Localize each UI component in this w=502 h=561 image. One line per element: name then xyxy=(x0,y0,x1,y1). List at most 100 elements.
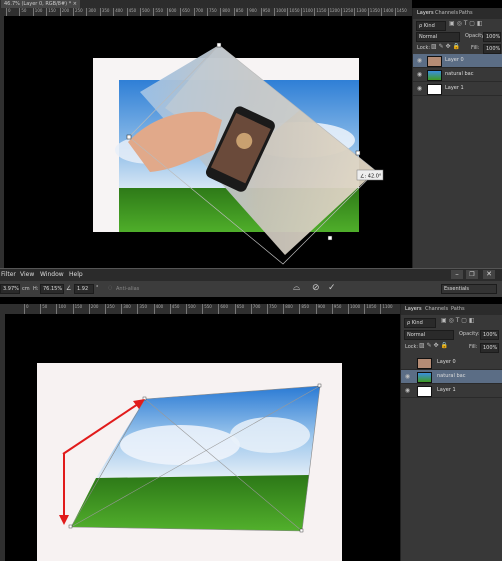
eye-icon[interactable]: ◉ xyxy=(416,57,423,64)
filter-icons[interactable]: ▣ ◎ T ▢ ◧ xyxy=(449,20,483,27)
handle-bottom-left[interactable] xyxy=(68,524,73,529)
eye-icon[interactable] xyxy=(404,359,411,366)
tab-paths[interactable]: Paths xyxy=(451,304,465,315)
angle-readout: ∠: 42.0° xyxy=(360,174,382,180)
menu-view[interactable]: View xyxy=(20,271,34,278)
layer-thumbnail xyxy=(417,386,432,397)
options-bar: 3.97% cm H: 76.15% ∠ 1.92 ° ◌ Anti-alias… xyxy=(0,281,502,298)
tab-paths[interactable]: Paths xyxy=(459,8,473,19)
close-icon[interactable]: ✕ xyxy=(483,270,495,279)
ruler-tick-label: 800 xyxy=(283,304,293,314)
layer-thumbnail xyxy=(417,372,432,383)
ruler-tick-label: 950 xyxy=(260,8,270,16)
eye-icon[interactable]: ◉ xyxy=(404,387,411,394)
layer-name: Layer 1 xyxy=(445,85,464,91)
fill-field[interactable]: 100% xyxy=(483,44,501,54)
kind-filter[interactable]: ρ Kind xyxy=(404,318,436,328)
menu-bar: Filter View Window Help – ❐ ✕ xyxy=(0,268,502,281)
restore-icon[interactable]: ❐ xyxy=(466,270,478,279)
panel-tabs: Layers Channels Paths xyxy=(413,8,502,19)
menu-help[interactable]: Help xyxy=(69,271,83,278)
filter-icons[interactable]: ▣ ◎ T ▢ ◧ xyxy=(441,317,475,324)
lock-label: Lock: xyxy=(405,344,419,350)
opacity-field[interactable]: 100% xyxy=(483,32,501,42)
handle-top-right[interactable] xyxy=(317,383,322,388)
h-field[interactable]: 76.15% xyxy=(40,284,64,294)
warp-icon[interactable]: ⌓ xyxy=(293,283,300,293)
layer-name: natural bac xyxy=(445,71,474,77)
tab-channels[interactable]: Channels xyxy=(435,8,458,19)
ruler-tick-label: 50 xyxy=(19,8,26,16)
minimize-icon[interactable]: – xyxy=(451,270,463,279)
layer-row[interactable]: ◉ natural bac xyxy=(401,370,502,384)
handle-top[interactable] xyxy=(216,42,222,48)
antialias-icon[interactable]: ◌ xyxy=(108,285,112,291)
cm-label: cm xyxy=(22,286,30,292)
layer-thumbnail xyxy=(427,84,442,95)
ruler-tick-label: 1050 xyxy=(364,304,376,314)
lock-label: Lock: xyxy=(417,45,431,51)
handle-bottom-right[interactable] xyxy=(327,235,333,241)
workspace-select[interactable]: Essentials xyxy=(441,284,497,294)
ruler-tick-label: 150 xyxy=(46,8,56,16)
ruler-tick-label: 650 xyxy=(234,304,244,314)
blend-mode-select[interactable]: Normal xyxy=(416,32,460,42)
layer-thumbnail xyxy=(427,56,442,67)
x-field[interactable]: 3.97% xyxy=(0,284,20,294)
degree-label: ° xyxy=(96,285,99,291)
menu-filter[interactable]: Filter xyxy=(1,271,16,278)
ruler-tick-label: 1000 xyxy=(348,304,360,314)
opacity-field[interactable]: 100% xyxy=(480,330,499,340)
ruler-tick-label: 1000 xyxy=(274,8,286,16)
layer-row[interactable]: ◉ Layer 1 xyxy=(413,82,502,96)
layer-row[interactable]: ◉ Layer 0 xyxy=(413,54,502,68)
handle-right[interactable] xyxy=(355,150,361,156)
ruler-tick-label: 1050 xyxy=(287,8,300,16)
tab-layers[interactable]: Layers xyxy=(417,8,434,19)
layer-row[interactable]: Layer 0 xyxy=(401,356,502,370)
menu-window[interactable]: Window xyxy=(40,271,64,278)
eye-icon[interactable]: ◉ xyxy=(416,85,423,92)
layer-thumbnail xyxy=(417,358,432,369)
ruler-tick-label: 1450 xyxy=(394,8,407,16)
layer-row[interactable]: ◉ Layer 1 xyxy=(401,384,502,398)
ruler-tick-label: 700 xyxy=(250,304,260,314)
ruler-tick-label: 1300 xyxy=(354,8,367,16)
blend-mode-select[interactable]: Normal xyxy=(404,330,454,340)
ruler-tick-label: 200 xyxy=(88,304,98,314)
tab-layers[interactable]: Layers xyxy=(405,304,422,315)
layer-thumbnail xyxy=(427,70,442,81)
handle-bottom-right[interactable] xyxy=(299,528,304,533)
eye-icon[interactable]: ◉ xyxy=(404,373,411,380)
document-tab[interactable]: 46.7% (Layer 0, RGB/8#) * × xyxy=(1,0,80,8)
commit-transform-icon[interactable]: ✓ xyxy=(328,283,336,293)
bottom-canvas[interactable] xyxy=(0,314,400,561)
top-screenshot: 46.7% (Layer 0, RGB/8#) * × 0 50 100 150 200… xyxy=(0,0,502,268)
lock-icons[interactable]: ▨ ✎ ✥ 🔒 xyxy=(431,43,460,50)
ruler-tick-label: 350 xyxy=(99,8,109,16)
ruler-tick-label: 500 xyxy=(186,304,196,314)
ruler-tick-label: 250 xyxy=(105,304,115,314)
top-canvas[interactable]: ∠: 42.0° xyxy=(0,16,412,268)
ruler-tick-label: 0 xyxy=(24,304,29,314)
antialias-label[interactable]: Anti-alias xyxy=(116,286,139,292)
tab-channels[interactable]: Channels xyxy=(425,304,448,315)
document-tab-bar: 46.7% (Layer 0, RGB/8#) * × xyxy=(0,0,412,8)
kind-filter[interactable]: ρ Kind xyxy=(416,21,446,31)
ruler-tick-label: 50 xyxy=(40,304,47,314)
lock-icons[interactable]: ▨ ✎ ✥ 🔒 xyxy=(419,342,448,349)
ruler-tick-label: 750 xyxy=(207,8,217,16)
horizontal-ruler: 0 50 100 150 200 250 300 350 400 450 500 550 600 650 7… xyxy=(0,8,412,16)
cancel-transform-icon[interactable]: ⊘ xyxy=(312,283,320,293)
bottom-screenshot: 0 50 100 150 200 250 300 350 400 450 500 550 600 650 7… xyxy=(0,297,502,561)
angle-field[interactable]: 1.92 xyxy=(74,284,94,294)
ruler-tick-label: 300 xyxy=(86,8,96,16)
ruler-tick-label: 900 xyxy=(315,304,325,314)
ruler-tick-label: 650 xyxy=(180,8,190,16)
layer-row[interactable]: ◉ natural bac xyxy=(413,68,502,82)
ruler-tick-label: 1350 xyxy=(367,8,380,16)
layers-panel-top: Layers Channels Paths ρ Kind ▣ ◎ T ▢ ◧ N… xyxy=(412,8,502,268)
fill-field[interactable]: 100% xyxy=(480,343,499,353)
handle-left[interactable] xyxy=(126,134,132,140)
eye-icon[interactable]: ◉ xyxy=(416,71,423,78)
